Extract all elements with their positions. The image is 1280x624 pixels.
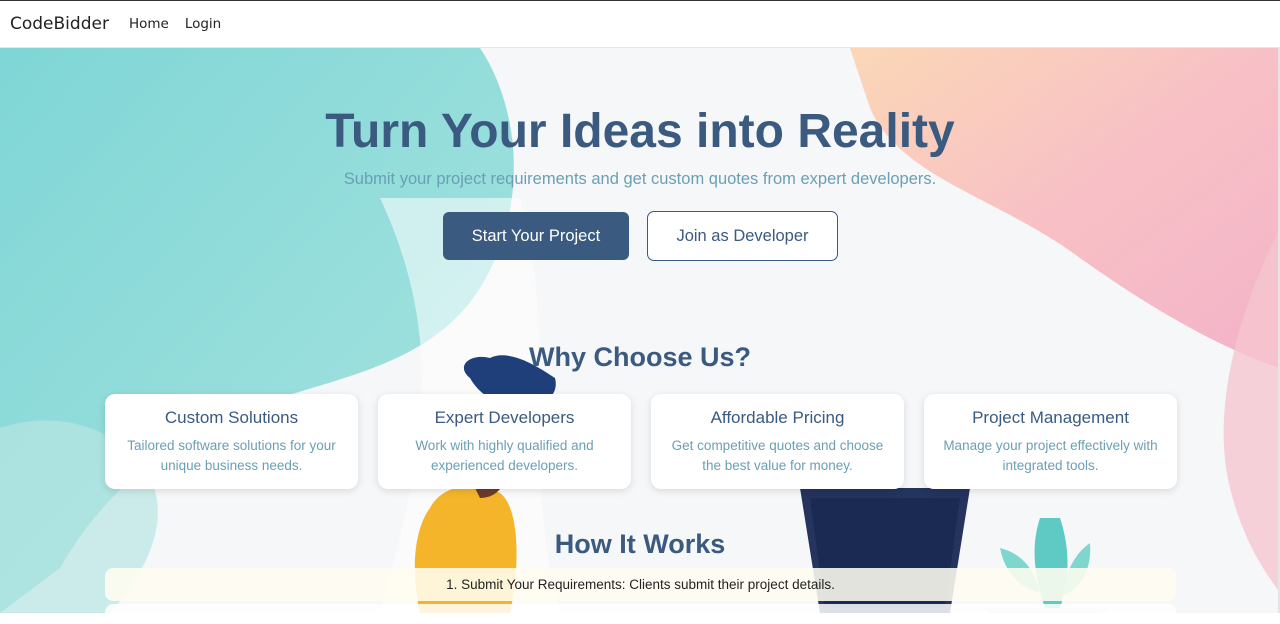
feature-card-title: Expert Developers: [434, 408, 575, 427]
join-developer-button[interactable]: Join as Developer: [647, 211, 838, 261]
feature-card-custom-solutions: Custom Solutions Tailored software solut…: [105, 394, 358, 489]
feature-card-title: Custom Solutions: [164, 408, 299, 427]
feature-card-text: Tailored software solutions for your uni…: [127, 438, 336, 473]
feature-card-title: Affordable Pricing: [710, 408, 845, 427]
feature-card-affordable-pricing: Affordable Pricing Get competitive quote…: [651, 394, 904, 489]
feature-card-text: Get competitive quotes and choose the be…: [671, 438, 884, 473]
hero-subtitle: Submit your project requirements and get…: [343, 170, 937, 188]
step-item-next: [105, 604, 1176, 624]
start-project-button[interactable]: Start Your Project: [443, 212, 629, 260]
step-item: 1. Submit Your Requirements: Clients sub…: [105, 568, 1176, 601]
feature-card-title: Project Management: [972, 408, 1129, 427]
nav-link-login[interactable]: Login: [185, 16, 221, 32]
feature-card-project-management: Project Management Manage your project e…: [924, 394, 1177, 489]
why-choose-us-title: Why Choose Us?: [528, 342, 751, 372]
how-it-works-title: How It Works: [554, 529, 726, 559]
feature-card-text: Work with highly qualified and experienc…: [415, 438, 594, 473]
hero-title: Turn Your Ideas into Reality: [325, 105, 955, 158]
feature-card-expert-developers: Expert Developers Work with highly quali…: [378, 394, 631, 489]
feature-card-text: Manage your project effectively with int…: [943, 438, 1158, 473]
brand-logo[interactable]: CodeBidder: [10, 14, 109, 34]
navbar: CodeBidder Home Login: [0, 0, 1280, 48]
nav-link-home[interactable]: Home: [129, 16, 169, 32]
